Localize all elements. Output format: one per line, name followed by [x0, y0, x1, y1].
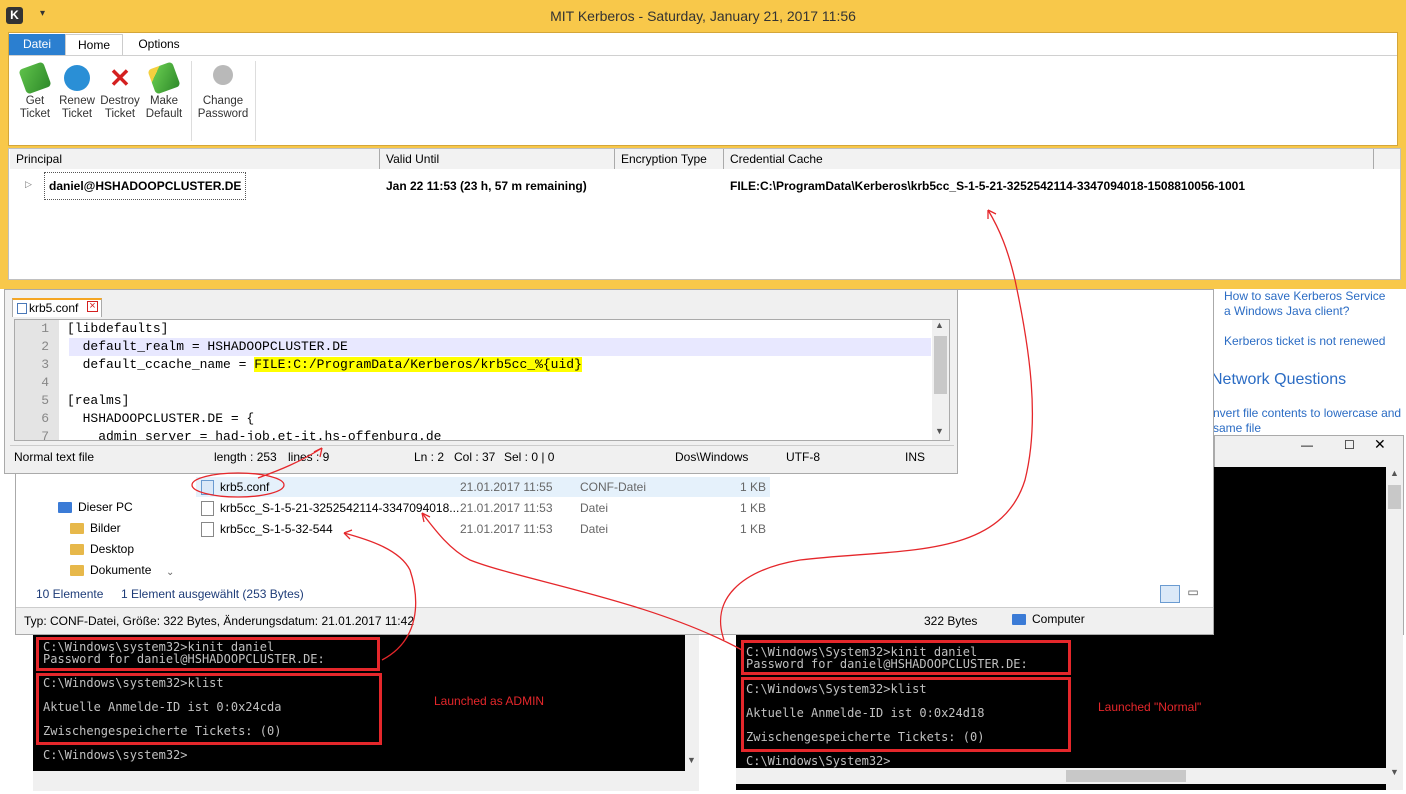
arrow-admin-to-file [343, 532, 417, 661]
annotation-circle [191, 472, 285, 498]
arrow-normal-to-file [421, 512, 743, 651]
arrow-to-lines-count [257, 447, 323, 479]
annotation-arrows [191, 209, 1034, 661]
arrow-to-credential-cache [719, 209, 1034, 641]
